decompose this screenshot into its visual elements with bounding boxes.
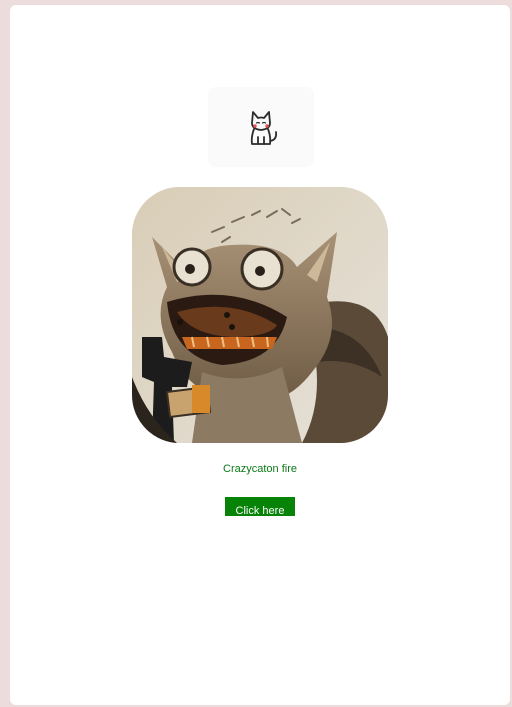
cat-icon [250,111,278,145]
image-caption: Crazycaton fire [223,463,297,475]
click-here-button[interactable]: Click here [225,497,295,516]
profile-image [132,187,388,443]
logo-tile [208,87,314,167]
click-here-label: Click here [235,505,285,516]
content-card: Crazycaton fire Click here [10,5,510,705]
